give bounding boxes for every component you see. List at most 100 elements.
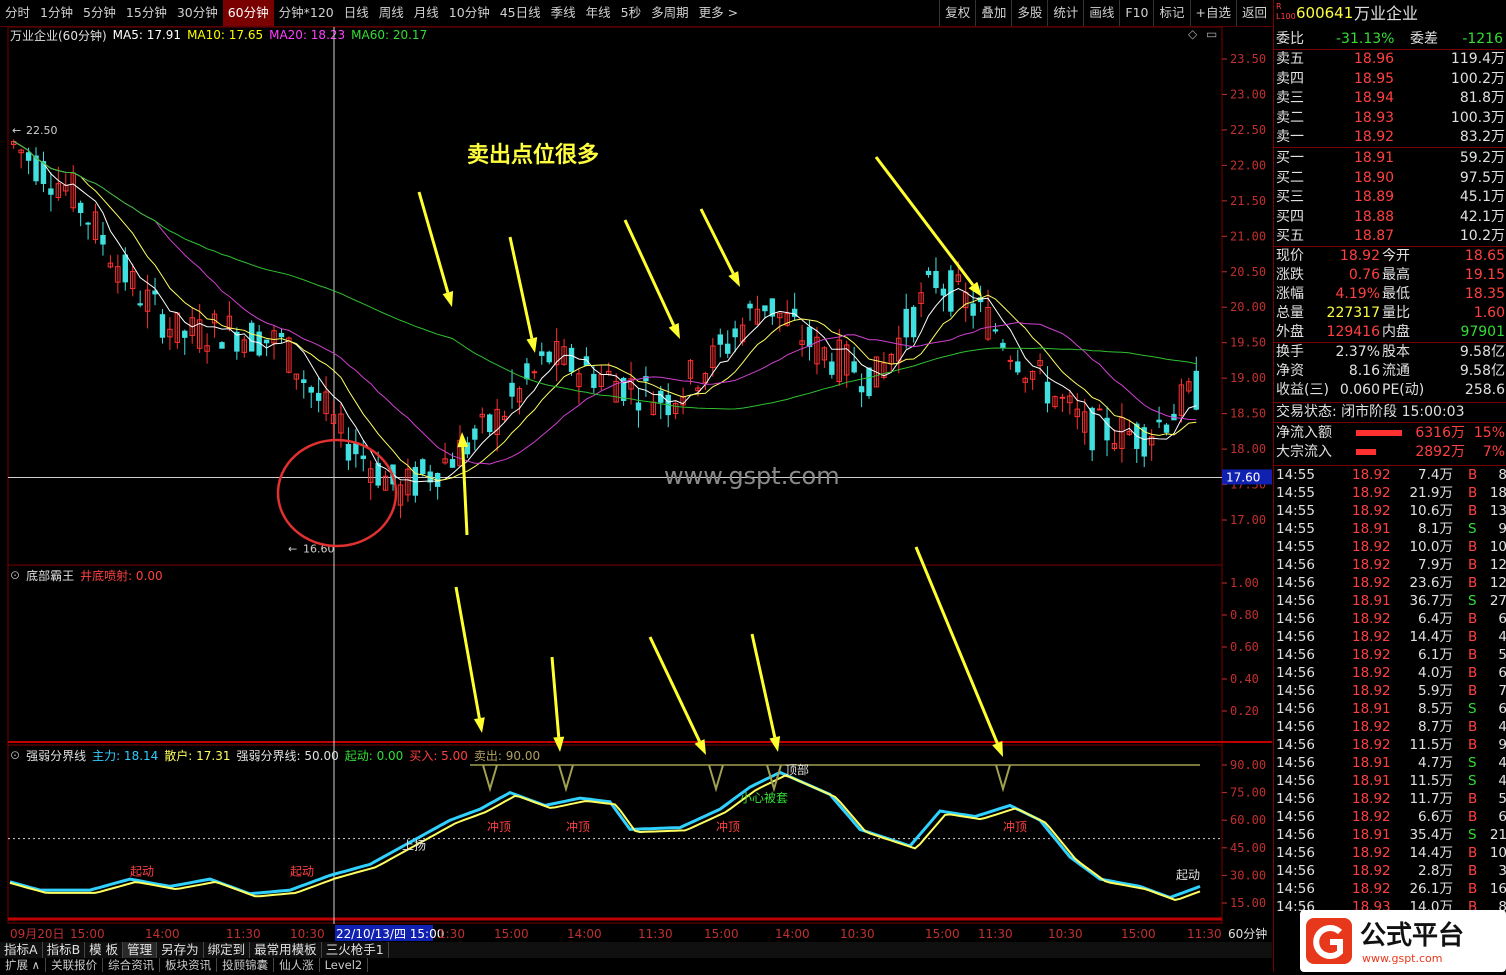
flow-row: 净流入额 6316万 15% (1274, 424, 1506, 443)
tick-side: B (1468, 557, 1478, 573)
brand-mark-icon: 公式平台 www.gspt.com (1306, 918, 1464, 965)
tool-button[interactable]: 画线 (1083, 0, 1119, 26)
candle-body (301, 379, 307, 383)
y-tick-label: 21.00 (1230, 229, 1266, 243)
tick-price: 18.92 (1352, 611, 1391, 627)
candle-body (122, 254, 128, 283)
template-tab[interactable]: 最常用模板 (250, 942, 322, 958)
y-tick-label: 60.00 (1230, 813, 1266, 827)
template-tab[interactable]: 模 板 (85, 942, 124, 958)
tick-time: 14:56 (1276, 845, 1315, 861)
sell-level-row[interactable]: 卖二 18.93 100.3万 (1274, 109, 1506, 128)
period-tab[interactable]: 10分钟 (444, 0, 495, 26)
extension-tab[interactable]: 关联报价 (46, 958, 104, 972)
candle-body (591, 373, 597, 388)
tick-volume: 2.8万 (1418, 863, 1453, 879)
period-tab[interactable]: 日线 (339, 0, 374, 26)
indicator1-name[interactable]: 底部霸王 (26, 567, 74, 584)
tick-list[interactable]: 14:5518.927.4万B814:5518.9221.9万B1814:551… (1274, 465, 1506, 916)
buy-level-row[interactable]: 买二 18.90 97.5万 (1274, 169, 1506, 188)
extension-tab[interactable]: 板块资讯 (160, 958, 218, 972)
period-tab[interactable]: 分钟*120 (274, 0, 339, 26)
tick-volume: 21.9万 (1409, 485, 1453, 501)
stat-value: 1.60 (1473, 305, 1505, 321)
period-tab[interactable]: 1分钟 (35, 0, 78, 26)
arrow-sell-4 (699, 208, 735, 275)
period-tab[interactable]: 多周期 (646, 0, 694, 26)
sell-level-row[interactable]: 卖五 18.96 119.4万 (1274, 50, 1506, 69)
period-tab[interactable]: 5秒 (616, 0, 646, 26)
book-price: 18.93 (1354, 109, 1395, 126)
template-tab[interactable]: 指标A (0, 942, 43, 958)
buy-level-row[interactable]: 买三 18.89 45.1万 (1274, 188, 1506, 207)
period-tab[interactable]: 15分钟 (121, 0, 172, 26)
flow-bar (1356, 430, 1402, 436)
settings-circle-icon[interactable]: ⊙ (10, 748, 20, 762)
tick-row: 14:55 18.92 10.6万 B 13 (1274, 502, 1506, 520)
extension-tab[interactable]: 综合资讯 (103, 958, 161, 972)
period-tab[interactable]: 周线 (374, 0, 409, 26)
y-tick-label: 23.50 (1230, 52, 1266, 66)
trade-status: 交易状态: 闭市阶段 15:00:03 (1274, 402, 1506, 423)
tick-time: 14:55 (1276, 467, 1315, 483)
candle-body (219, 342, 225, 349)
tool-button[interactable]: 复权 (939, 0, 975, 26)
tool-button[interactable]: +自选 (1189, 0, 1236, 26)
template-tab[interactable]: 绑定到 (204, 942, 251, 958)
template-tab[interactable]: 三火枪手1 (322, 942, 389, 958)
period-tab[interactable]: 年线 (581, 0, 616, 26)
book-volume: 59.2万 (1459, 150, 1505, 166)
sell-level-row[interactable]: 卖四 18.95 100.2万 (1274, 70, 1506, 89)
tool-button[interactable]: 返回 (1235, 0, 1272, 26)
stat-value: 19.15 (1464, 267, 1505, 283)
indicator2-name[interactable]: 强弱分界线 (26, 747, 86, 764)
indicator2-param: 强弱分界线: 50.00 (236, 748, 339, 763)
period-tab[interactable]: 更多 > (694, 0, 743, 26)
indicator1-param: 井底喷射: 0.00 (80, 568, 163, 583)
tick-volume: 35.4万 (1409, 827, 1453, 843)
period-label[interactable]: 60分钟 (1228, 926, 1267, 941)
period-tab[interactable]: 45日线 (495, 0, 546, 26)
tick-price: 18.91 (1352, 521, 1391, 537)
candle-body (315, 392, 322, 401)
tool-button[interactable]: F10 (1119, 0, 1153, 26)
book-volume: 42.1万 (1459, 208, 1505, 225)
sell-level-row[interactable]: 卖三 18.94 81.8万 (1274, 89, 1506, 108)
template-tab[interactable]: 管理 (123, 942, 158, 958)
candle-body (249, 322, 255, 352)
extension-tab[interactable]: 仙人涨 (274, 958, 320, 972)
period-tab[interactable]: 分时 (0, 0, 35, 26)
buy-level-row[interactable]: 买一 18.91 59.2万 (1274, 149, 1506, 168)
period-tab[interactable]: 60分钟 (222, 0, 274, 26)
period-tab[interactable]: 月线 (409, 0, 444, 26)
tool-button[interactable]: 叠加 (975, 0, 1011, 26)
stat-label: 收益(三) (1276, 382, 1329, 398)
settings-circle-icon[interactable]: ⊙ (10, 568, 20, 582)
arrow-sell-3 (623, 219, 676, 326)
tick-time: 14:56 (1276, 557, 1315, 573)
period-tab[interactable]: 季线 (546, 0, 581, 26)
period-tab[interactable]: 30分钟 (172, 0, 223, 26)
book-price: 18.87 (1354, 228, 1395, 244)
tool-button[interactable]: 统计 (1047, 0, 1083, 26)
tick-volume: 6.4万 (1418, 611, 1453, 627)
tick-count: 4 (1498, 772, 1506, 790)
sell-level-row[interactable]: 卖一 18.92 83.2万 (1274, 128, 1506, 147)
tick-volume: 8.5万 (1418, 701, 1453, 717)
buy-level-row[interactable]: 买五 18.87 10.2万 (1274, 227, 1506, 246)
buy-level-row[interactable]: 买四 18.88 42.1万 (1274, 208, 1506, 227)
template-tab[interactable]: 另存为 (157, 942, 204, 958)
extension-tab[interactable]: 扩展 ∧ (0, 958, 47, 972)
tool-button[interactable]: 多股 (1011, 0, 1047, 26)
extension-tab[interactable]: Level2 (320, 958, 369, 972)
candle-body (1044, 381, 1051, 404)
tool-button[interactable]: 标记 (1153, 0, 1189, 26)
extension-tab[interactable]: 投顾锦囊 (217, 958, 275, 972)
brand-logo: 公式平台 www.gspt.com (1300, 910, 1506, 972)
candle-body (487, 414, 493, 433)
candle-body (762, 305, 768, 312)
tick-count: 27 (1489, 593, 1506, 609)
period-tab[interactable]: 5分钟 (78, 0, 121, 26)
candle-body (970, 303, 976, 316)
template-tab[interactable]: 指标B (43, 942, 86, 958)
